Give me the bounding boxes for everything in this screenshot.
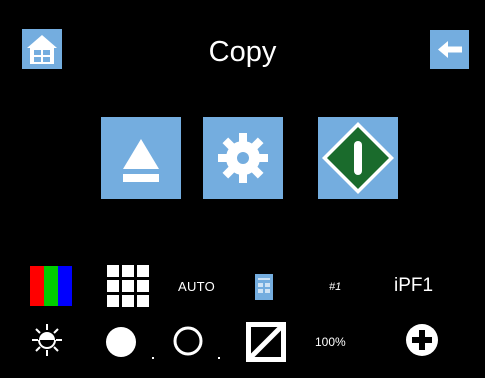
page-title: Copy — [208, 36, 277, 68]
settings-button[interactable] — [203, 117, 283, 199]
rgb-color-icon — [30, 266, 72, 306]
gear-icon — [218, 133, 268, 183]
brightness-button[interactable] — [30, 322, 64, 358]
eject-icon — [123, 139, 159, 182]
auto-mode-label[interactable]: AUTO — [178, 279, 215, 294]
start-diamond-icon — [322, 122, 394, 194]
plus-circle-icon — [406, 324, 438, 356]
density-dark-button[interactable] — [104, 325, 156, 361]
open-circle-icon — [173, 326, 220, 359]
layout-button[interactable] — [107, 265, 150, 308]
filled-circle-icon — [106, 327, 154, 359]
contrast-button[interactable] — [246, 322, 286, 362]
start-button[interactable] — [318, 117, 398, 199]
zoom-label[interactable]: 100% — [315, 335, 346, 349]
contrast-icon — [246, 322, 286, 362]
document-button[interactable] — [255, 274, 273, 300]
grid-icon — [107, 265, 149, 307]
document-icon — [255, 274, 273, 300]
back-arrow-icon — [438, 41, 462, 58]
color-mode-button[interactable] — [30, 266, 72, 306]
tray-number-label[interactable]: #1 — [329, 281, 341, 293]
back-button[interactable] — [430, 30, 469, 69]
copy-screen: Copy AUTO #1 iPF1 100% — [0, 0, 485, 378]
eject-button[interactable] — [101, 117, 181, 199]
add-button[interactable] — [404, 322, 440, 358]
paper-source-label[interactable]: iPF1 — [394, 275, 433, 297]
brightness-icon — [32, 324, 62, 356]
density-light-button[interactable] — [172, 325, 222, 361]
